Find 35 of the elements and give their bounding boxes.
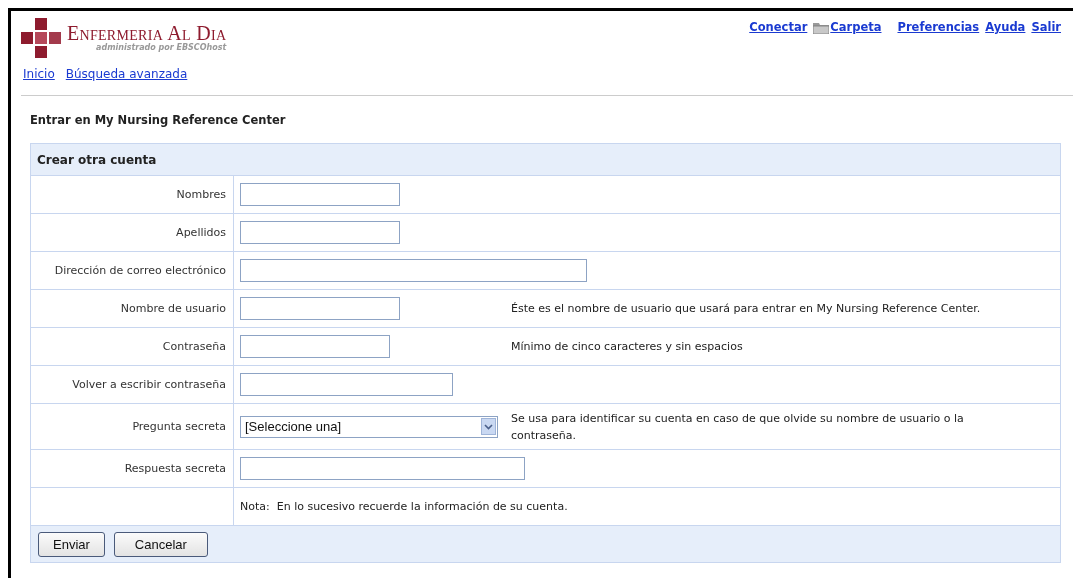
- page-title: Entrar en My Nursing Reference Center: [30, 113, 287, 127]
- field-label: Nombre de usuario: [120, 302, 226, 315]
- logo-cross-icon: [21, 18, 63, 58]
- hint-text: Se usa para identificar su cuenta en caso de que olvide su nombre de usuario o la contraseña.: [511, 410, 965, 444]
- field-label: Contraseña: [162, 340, 226, 353]
- nav-link[interactable]: Búsqueda avanzada: [65, 67, 188, 81]
- field-label: Apellidos: [176, 226, 226, 239]
- form-title: Crear otra cuenta: [31, 144, 1060, 176]
- input-field[interactable]: [240, 259, 587, 282]
- field-label: Nombres: [176, 188, 226, 201]
- logo-title: Enfermeria Al Dia: [67, 23, 227, 43]
- header-link[interactable]: Preferencias: [897, 20, 980, 34]
- input-field[interactable]: [240, 183, 400, 206]
- header-link[interactable]: Salir: [1031, 20, 1061, 34]
- input-field[interactable]: [240, 373, 453, 396]
- nav-link[interactable]: Inicio: [23, 67, 55, 81]
- form-button[interactable]: Enviar: [38, 531, 105, 557]
- note-text: Nota: En lo sucesivo recuerde la información de su cuenta.: [240, 500, 568, 513]
- input-field[interactable]: [240, 221, 400, 244]
- logo-subtitle: administrado por EBSCOhost: [95, 43, 227, 53]
- hint-text: Éste es el nombre de usuario que usará para entrar en My Nursing Reference Center.: [511, 301, 981, 317]
- select-field[interactable]: [Seleccione una]: [240, 415, 498, 438]
- field-label: Pregunta secreta: [132, 420, 226, 433]
- form-button[interactable]: Cancelar: [113, 531, 208, 557]
- hint-text: Mínimo de cinco caracteres y sin espacios: [511, 339, 743, 355]
- field-label: Respuesta secreta: [124, 462, 226, 475]
- input-field[interactable]: [240, 457, 525, 480]
- field-label: Volver a escribir contraseña: [72, 378, 226, 391]
- header-link[interactable]: Conectar: [749, 20, 808, 34]
- input-field[interactable]: [240, 297, 400, 320]
- header-link[interactable]: Carpeta: [830, 20, 882, 34]
- header-link[interactable]: Ayuda: [985, 20, 1026, 34]
- folder-icon: [813, 20, 830, 34]
- field-label: Dirección de correo electrónico: [54, 264, 226, 277]
- input-field[interactable]: [240, 335, 390, 358]
